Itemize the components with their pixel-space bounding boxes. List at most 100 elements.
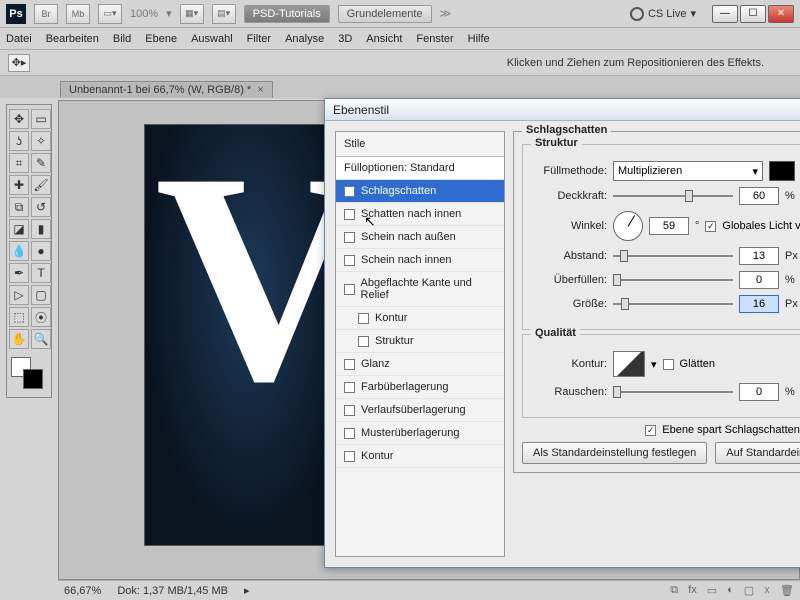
checkbox-icon[interactable] [344, 186, 355, 197]
checkbox-icon[interactable] [344, 382, 355, 393]
chevron-down-icon[interactable]: ▾ [166, 7, 172, 20]
style-bevel-texture[interactable]: Struktur [336, 330, 504, 353]
move-tool[interactable]: ✥ [9, 109, 29, 129]
eyedropper-tool[interactable]: ✎ [31, 153, 51, 173]
status-icon[interactable]: fx [688, 584, 697, 597]
background-swatch[interactable] [23, 369, 43, 389]
magic-wand-tool[interactable]: ✧ [31, 131, 51, 151]
menu-filter[interactable]: Filter [247, 33, 271, 45]
style-inner-shadow[interactable]: Schatten nach innen [336, 203, 504, 226]
bridge-icon[interactable]: Br [34, 4, 58, 24]
arrange-icon[interactable]: ▦▾ [180, 4, 204, 24]
checkbox-icon[interactable] [344, 428, 355, 439]
angle-input[interactable]: 59 [649, 217, 689, 235]
screen-mode-icon[interactable]: ▭▾ [98, 4, 122, 24]
size-slider[interactable] [613, 297, 733, 311]
checkbox-icon[interactable] [344, 451, 355, 462]
global-light-checkbox[interactable] [705, 221, 716, 232]
status-icon[interactable]: ▢ [744, 584, 754, 597]
status-icon[interactable]: ☓ [764, 584, 770, 597]
cs-live[interactable]: CS Live▾ [630, 7, 696, 21]
make-default-button[interactable]: Als Standardeinstellung festlegen [522, 442, 707, 464]
menu-3d[interactable]: 3D [338, 33, 352, 45]
checkbox-icon[interactable] [344, 232, 355, 243]
healing-tool[interactable]: ✚ [9, 175, 29, 195]
dodge-tool[interactable]: ● [31, 241, 51, 261]
menu-bild[interactable]: Bild [113, 33, 131, 45]
spread-slider[interactable] [613, 273, 733, 287]
workspace-grundelemente[interactable]: Grundelemente [338, 5, 432, 23]
style-bevel-contour[interactable]: Kontur [336, 307, 504, 330]
3d-tool[interactable]: ⬚ [9, 307, 29, 327]
status-doc-size[interactable]: Dok: 1,37 MB/1,45 MB [117, 585, 228, 597]
type-tool[interactable]: T [31, 263, 51, 283]
style-gradient-overlay[interactable]: Verlaufsüberlagerung [336, 399, 504, 422]
hand-tool[interactable]: ✋ [9, 329, 29, 349]
color-swatches[interactable] [9, 355, 51, 393]
status-icon[interactable]: ◐ [727, 584, 734, 597]
menu-ansicht[interactable]: Ansicht [366, 33, 402, 45]
window-maximize-button[interactable]: ☐ [740, 5, 766, 23]
status-icon[interactable]: ⧉ [670, 584, 678, 597]
style-stroke[interactable]: Kontur [336, 445, 504, 468]
style-fill-options[interactable]: Fülloptionen: Standard [336, 157, 504, 180]
pen-tool[interactable]: ✒ [9, 263, 29, 283]
dialog-title[interactable]: Ebenenstil [325, 99, 800, 121]
window-minimize-button[interactable]: — [712, 5, 738, 23]
artboard[interactable]: V [145, 125, 353, 545]
brush-tool[interactable]: 🖌 [31, 175, 51, 195]
noise-slider[interactable] [613, 385, 733, 399]
close-icon[interactable]: × [257, 84, 263, 96]
status-zoom[interactable]: 66,67% [64, 585, 101, 597]
checkbox-icon[interactable] [344, 255, 355, 266]
shadow-color-swatch[interactable] [769, 161, 795, 181]
3d-camera-tool[interactable]: ⦿ [31, 307, 51, 327]
antialias-checkbox[interactable] [663, 359, 674, 370]
top-zoom-label[interactable]: 100% [130, 8, 158, 20]
style-drop-shadow[interactable]: Schlagschatten [336, 180, 504, 203]
stamp-tool[interactable]: ⧉ [9, 197, 29, 217]
eraser-tool[interactable]: ◪ [9, 219, 29, 239]
gradient-tool[interactable]: ▮ [31, 219, 51, 239]
angle-dial[interactable] [613, 211, 643, 241]
chevron-down-icon[interactable]: ▾ [651, 358, 657, 371]
style-outer-glow[interactable]: Schein nach außen [336, 226, 504, 249]
checkbox-icon[interactable] [344, 209, 355, 220]
blur-tool[interactable]: 💧 [9, 241, 29, 261]
chevron-right-icon[interactable]: ▸ [244, 584, 250, 597]
size-input[interactable]: 16 [739, 295, 779, 313]
menu-fenster[interactable]: Fenster [416, 33, 453, 45]
menu-datei[interactable]: Datei [6, 33, 32, 45]
shape-tool[interactable]: ▢ [31, 285, 51, 305]
crop-tool[interactable]: ⌗ [9, 153, 29, 173]
reset-default-button[interactable]: Auf Standardeinstell [715, 442, 800, 464]
path-select-tool[interactable]: ▷ [9, 285, 29, 305]
checkbox-icon[interactable] [344, 359, 355, 370]
minibridge-icon[interactable]: Mb [66, 4, 90, 24]
noise-input[interactable]: 0 [739, 383, 779, 401]
status-icon[interactable]: ▭ [707, 584, 717, 597]
workspace-psd-tutorials[interactable]: PSD-Tutorials [244, 5, 330, 23]
style-bevel[interactable]: Abgeflachte Kante und Relief [336, 272, 504, 307]
menu-hilfe[interactable]: Hilfe [468, 33, 490, 45]
distance-input[interactable]: 13 [739, 247, 779, 265]
contour-picker[interactable] [613, 351, 645, 377]
history-brush-tool[interactable]: ↺ [31, 197, 51, 217]
move-tool-icon[interactable]: ✥▸ [8, 54, 30, 72]
menu-ebene[interactable]: Ebene [145, 33, 177, 45]
style-satin[interactable]: Glanz [336, 353, 504, 376]
zoom-tool[interactable]: 🔍 [31, 329, 51, 349]
style-inner-glow[interactable]: Schein nach innen [336, 249, 504, 272]
checkbox-icon[interactable] [344, 284, 355, 295]
lasso-tool[interactable]: ʖ [9, 131, 29, 151]
document-tab[interactable]: Unbenannt-1 bei 66,7% (W, RGB/8) * × [60, 81, 273, 98]
fill-mode-dropdown[interactable]: Multiplizieren▾ [613, 161, 763, 181]
trash-icon[interactable]: 🗑 [780, 584, 794, 597]
window-close-button[interactable]: ✕ [768, 5, 794, 23]
menu-analyse[interactable]: Analyse [285, 33, 324, 45]
chevrons-icon[interactable]: ≫ [440, 7, 452, 20]
checkbox-icon[interactable] [344, 405, 355, 416]
extras-icon[interactable]: ▤▾ [212, 4, 236, 24]
opacity-slider[interactable] [613, 189, 733, 203]
distance-slider[interactable] [613, 249, 733, 263]
